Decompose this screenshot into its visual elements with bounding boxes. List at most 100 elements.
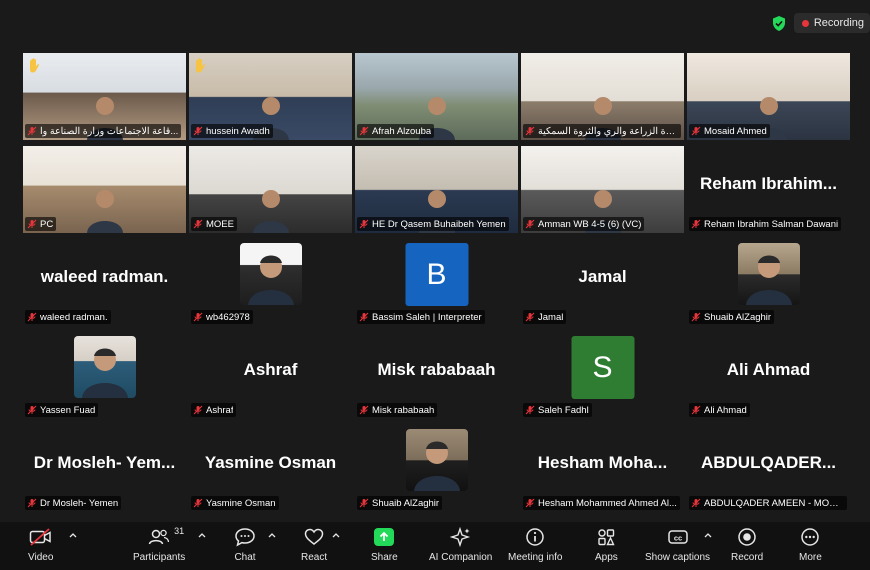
muted-mic-icon	[691, 405, 701, 415]
participant-name: قاعة الاجتماعات وزارة الصناعة وا...	[40, 125, 179, 137]
participant-tile[interactable]: ABDULQADER... ABDULQADER AMEEN - MOF-Y...	[687, 425, 850, 512]
participant-display-name: Yasmine Osman	[204, 453, 337, 472]
share-label: Share	[371, 552, 398, 563]
participant-tile[interactable]: waleed radman. waleed radman.	[23, 239, 186, 326]
participant-tile[interactable]: Afrah Alzouba	[355, 53, 518, 140]
more-label: More	[799, 552, 822, 563]
muted-mic-icon	[359, 498, 369, 508]
share-button[interactable]: Share	[371, 526, 398, 563]
react-options-chevron-icon[interactable]	[331, 530, 340, 539]
participant-name-tag: قاعة الاجتماعات وزارة الصناعة وا...	[25, 124, 182, 138]
participant-tile[interactable]: Ali Ahmad Ali Ahmad	[687, 332, 850, 419]
participant-display-name: Reham Ibrahim...	[700, 174, 837, 193]
participant-tile[interactable]: Shuaib AlZaghir	[687, 239, 850, 326]
apps-icon	[595, 526, 617, 548]
participant-tile[interactable]: Amman WB 4-5 (6) (VC)	[521, 146, 684, 233]
person-silhouette	[83, 185, 127, 233]
participant-name-tag: Jamal	[523, 310, 567, 324]
meeting-info-label: Meeting info	[508, 552, 563, 563]
participant-display-name: Ashraf	[243, 360, 298, 379]
avatar	[737, 243, 800, 305]
ai-companion-button[interactable]: AI Companion	[429, 526, 492, 563]
participant-name-tag: Yasmine Osman	[191, 496, 279, 510]
muted-mic-icon	[193, 498, 203, 508]
participant-tile[interactable]: وزارة الزراعة والري والثروة السمكية	[521, 53, 684, 140]
raised-hand-icon	[193, 57, 207, 76]
participant-display-name: Ali Ahmad	[726, 360, 811, 379]
muted-mic-icon	[691, 219, 701, 229]
participant-tile[interactable]: Misk rababaah Misk rababaah	[355, 332, 518, 419]
meeting-toolbar: Video 31 Participants Chat React Share A…	[0, 522, 870, 570]
participant-name: Amman WB 4-5 (6) (VC)	[538, 218, 642, 230]
participant-tile[interactable]: MOEE	[189, 146, 352, 233]
video-options-chevron-icon[interactable]	[68, 530, 77, 539]
participant-name: Ali Ahmad	[704, 404, 747, 416]
muted-mic-icon	[193, 405, 203, 415]
participant-name-tag: ABDULQADER AMEEN - MOF-Y...	[689, 496, 847, 510]
captions-options-chevron-icon[interactable]	[703, 530, 712, 539]
chat-button[interactable]: Chat	[234, 526, 256, 563]
participant-tile[interactable]: Ashraf Ashraf	[189, 332, 352, 419]
participant-name-tag: وزارة الزراعة والري والثروة السمكية	[523, 124, 681, 138]
chat-options-chevron-icon[interactable]	[267, 530, 276, 539]
participant-name-tag: Dr Mosleh- Yemen	[25, 496, 122, 510]
participant-tile[interactable]: Hesham Moha... Hesham Mohammed Ahmed Al..…	[521, 425, 684, 512]
muted-mic-icon	[691, 126, 701, 136]
record-button[interactable]: Record	[731, 526, 763, 563]
participant-name: Saleh Fadhl	[538, 404, 589, 416]
participant-tile[interactable]: Yassen Fuad	[23, 332, 186, 419]
avatar	[405, 429, 468, 491]
chat-label: Chat	[234, 552, 256, 563]
ai-companion-label: AI Companion	[429, 552, 493, 563]
participant-name-tag: waleed radman.	[25, 310, 111, 324]
sparkle-icon	[449, 526, 472, 548]
participants-count: 31	[174, 526, 185, 536]
more-options-icon	[799, 526, 821, 548]
closed-captions-icon: cc	[667, 526, 689, 548]
participant-name-tag: Mosaid Ahmed	[689, 124, 770, 138]
participant-name: Afrah Alzouba	[372, 125, 432, 137]
show-captions-label: Show captions	[645, 552, 711, 563]
recording-dot-icon	[801, 19, 809, 27]
muted-mic-icon	[691, 498, 701, 508]
participant-display-name: Hesham Moha...	[537, 453, 668, 472]
participant-tile[interactable]: wb462978	[189, 239, 352, 326]
muted-mic-icon	[691, 312, 701, 322]
participant-tile[interactable]: Jamal Jamal	[521, 239, 684, 326]
participant-tile[interactable]: hussein Awadh	[189, 53, 352, 140]
video-button[interactable]: Video	[28, 526, 53, 563]
participant-name-tag: Ashraf	[191, 403, 237, 417]
participant-tile[interactable]: قاعة الاجتماعات وزارة الصناعة وا...	[23, 53, 186, 140]
participant-tile[interactable]: Yasmine Osman Yasmine Osman	[189, 425, 352, 512]
apps-button[interactable]: Apps	[595, 526, 618, 563]
react-label: React	[301, 552, 328, 563]
participant-tile[interactable]: S Saleh Fadhl	[521, 332, 684, 419]
participant-name: hussein Awadh	[206, 125, 270, 137]
participant-name: Ashraf	[206, 404, 234, 416]
participant-name-tag: PC	[25, 217, 57, 231]
participant-tile[interactable]: B Bassim Saleh | Interpreter	[355, 239, 518, 326]
muted-mic-icon	[525, 312, 535, 322]
react-button[interactable]: React	[301, 526, 327, 563]
participant-tile[interactable]: HE Dr Qasem Buhaibeh Yemen	[355, 146, 518, 233]
participants-label: Participants	[133, 552, 186, 563]
record-label: Record	[731, 552, 764, 563]
participant-tile[interactable]: Shuaib AlZaghir	[355, 425, 518, 512]
participant-tile[interactable]: Dr Mosleh- Yem... Dr Mosleh- Yemen	[23, 425, 186, 512]
participant-gallery: قاعة الاجتماعات وزارة الصناعة وا... husse…	[23, 53, 850, 512]
shield-check-icon[interactable]	[770, 14, 788, 32]
show-captions-button[interactable]: cc Show captions	[645, 526, 710, 563]
participant-tile[interactable]: Reham Ibrahim... Reham Ibrahim Salman Daw…	[687, 146, 850, 233]
participants-button[interactable]: 31 Participants	[133, 526, 185, 563]
meeting-info-button[interactable]: Meeting info	[508, 526, 562, 563]
recording-indicator[interactable]: Recording	[793, 13, 870, 33]
muted-mic-icon	[27, 312, 37, 322]
muted-mic-icon	[525, 405, 535, 415]
participants-options-chevron-icon[interactable]	[197, 530, 206, 539]
muted-mic-icon	[27, 405, 37, 415]
participant-tile[interactable]: Mosaid Ahmed	[687, 53, 850, 140]
more-button[interactable]: More	[799, 526, 822, 563]
participant-tile[interactable]: PC	[23, 146, 186, 233]
apps-label: Apps	[595, 552, 618, 563]
video-off-icon	[29, 526, 53, 548]
